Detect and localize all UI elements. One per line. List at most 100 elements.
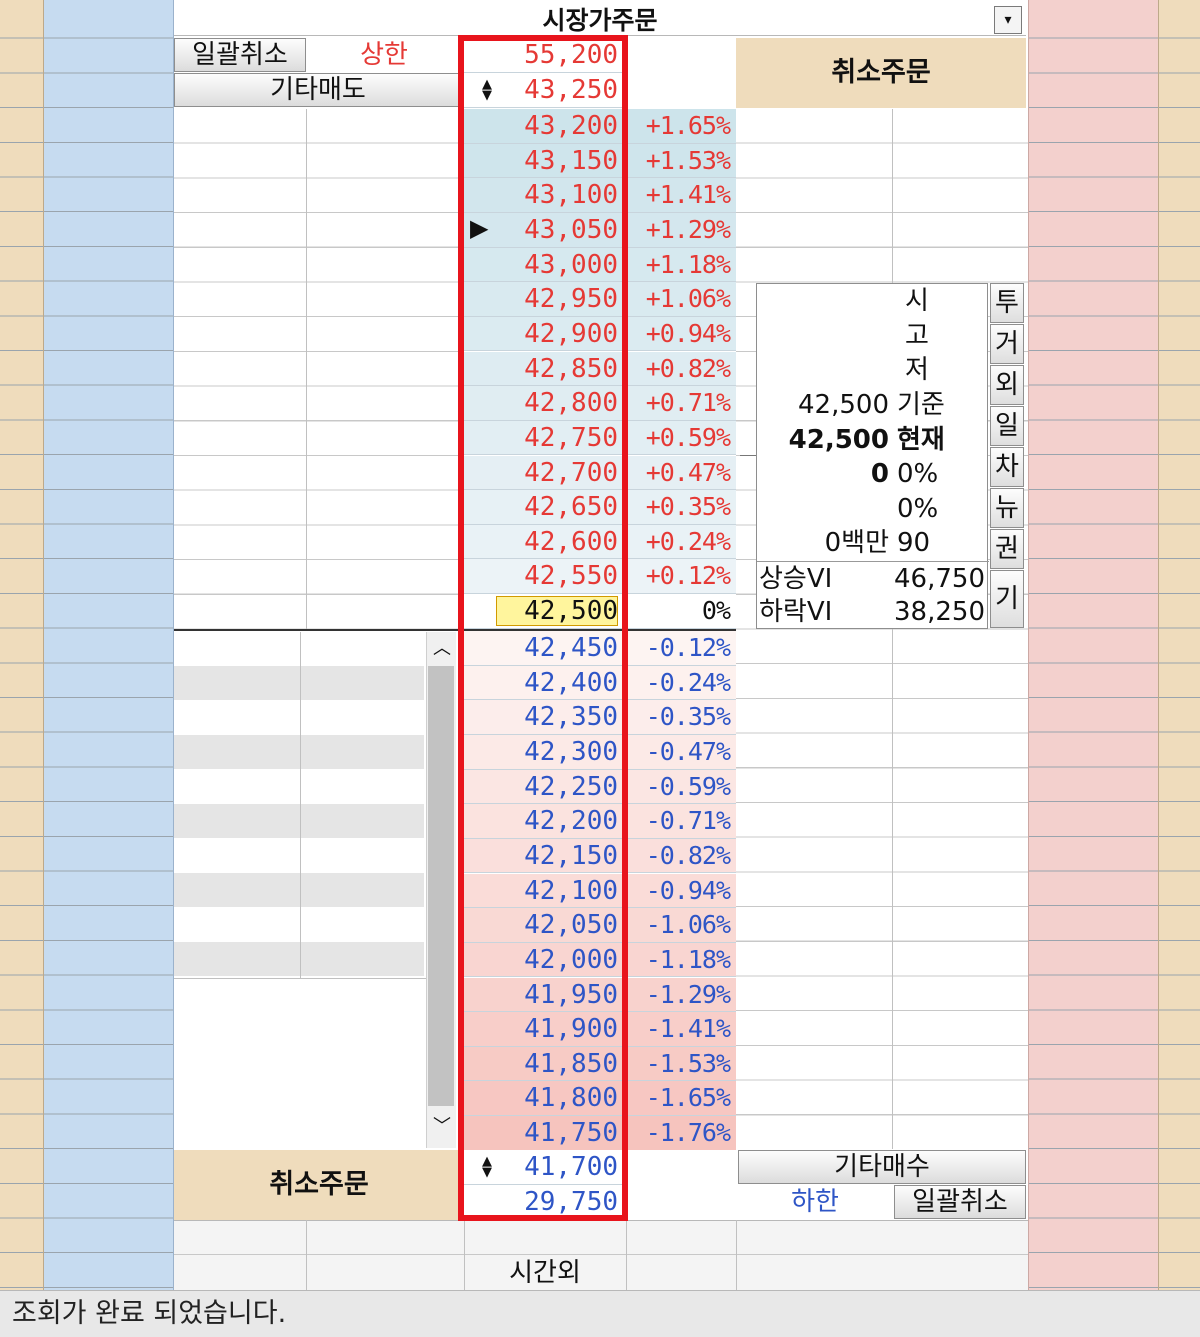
price-column-highlight-box [458, 35, 628, 1221]
change-pct: +1.06% [645, 284, 731, 314]
status-message: 조회가 완료 되었습니다. [12, 1298, 287, 1329]
empty-cell [626, 38, 736, 108]
side-tab-foreign[interactable]: 외 [990, 365, 1024, 405]
bid-change-cell: -0.59% [626, 769, 736, 805]
lower-limit-label: 하한 [738, 1185, 892, 1219]
right-edge-column [1158, 0, 1200, 1290]
side-tab-chart[interactable]: 차 [990, 447, 1024, 487]
chevron-down-icon[interactable]: ▾ [994, 6, 1022, 34]
ask-change-cell: +0.59% [626, 420, 736, 456]
bid-change-cell: -1.18% [626, 942, 736, 978]
open-price-label: 시 [905, 286, 929, 316]
left-edge-column [0, 0, 44, 1290]
change-pct: -0.12% [645, 633, 731, 662]
grid-divider [174, 978, 426, 979]
grid-stripe [174, 873, 424, 907]
change-pct: -1.65% [645, 1083, 731, 1113]
upper-limit-label: 상한 [306, 38, 462, 72]
order-type-title[interactable]: 시장가주문 [174, 4, 1026, 36]
status-bar: 조회가 완료 되었습니다. [0, 1290, 1200, 1337]
sell-cancel-order-button[interactable]: 취소주문 [736, 38, 1026, 108]
bid-change-cell: -0.35% [626, 700, 736, 735]
change-pct: -0.94% [645, 875, 731, 905]
prev-pct: 0% [897, 494, 939, 524]
side-tab-daily[interactable]: 일 [990, 406, 1024, 446]
ask-change-cell: 0% [626, 594, 736, 629]
change-pct: -0.35% [645, 702, 731, 732]
bid-change-cell: -0.82% [626, 838, 736, 874]
ask-change-cell: +0.71% [626, 386, 736, 421]
buy-cancel-order-button[interactable]: 취소주문 [174, 1150, 464, 1220]
ask-change-cell: +0.82% [626, 351, 736, 387]
change-pct: +0.24% [645, 526, 731, 556]
vi-down-label: 하락VI [759, 597, 833, 627]
side-tab-trade[interactable]: 거 [990, 324, 1024, 364]
grid-stripe [174, 735, 424, 769]
amount-ratio: 90 [897, 528, 931, 558]
change-pct: -1.18% [645, 944, 731, 974]
volume-value: 0 [870, 459, 889, 489]
change-pct: +0.12% [645, 561, 731, 591]
change-pct: -0.47% [645, 736, 731, 766]
bid-change-cell: -0.12% [626, 631, 736, 666]
bid-change-cell: -1.29% [626, 977, 736, 1013]
side-tab-other[interactable]: 기 [990, 570, 1024, 628]
change-pct: +1.29% [645, 214, 731, 244]
ask-change-cell: +0.35% [626, 490, 736, 525]
ask-change-cell: +0.24% [626, 524, 736, 560]
scroll-up-icon[interactable]: ︿ [429, 636, 455, 662]
scrollbar-thumb[interactable] [428, 666, 454, 1106]
grid-divider [306, 1220, 307, 1290]
grid-divider [300, 632, 301, 978]
after-hours-label[interactable]: 시간외 [464, 1255, 626, 1289]
change-pct: 0% [701, 596, 731, 626]
grid-stripe [174, 942, 424, 976]
change-pct: -0.71% [645, 806, 731, 836]
change-pct: -1.29% [645, 979, 731, 1009]
change-pct: -1.06% [645, 910, 731, 940]
side-tab-news[interactable]: 뉴 [990, 488, 1024, 528]
change-pct: -1.41% [645, 1014, 731, 1044]
change-pct: -0.82% [645, 840, 731, 870]
change-pct: +0.71% [645, 388, 731, 418]
sell-order-grid[interactable] [174, 109, 464, 629]
low-price-label: 저 [905, 355, 929, 385]
high-price-label: 고 [905, 321, 929, 351]
change-pct: +0.82% [645, 353, 731, 383]
bid-change-cell: -0.24% [626, 665, 736, 701]
bid-change-cell: -1.65% [626, 1081, 736, 1117]
vi-down-value: 38,250 [894, 597, 985, 627]
change-pct: +1.65% [645, 111, 731, 140]
change-pct: +1.41% [645, 180, 731, 210]
ask-change-cell: +1.53% [626, 143, 736, 179]
vi-up-value: 46,750 [894, 564, 985, 594]
volume-pct: 0% [897, 459, 939, 489]
side-tab-rights[interactable]: 권 [990, 529, 1024, 569]
change-pct: +0.59% [645, 422, 731, 452]
bid-change-cell: -1.41% [626, 1012, 736, 1047]
ask-change-cell: +0.47% [626, 455, 736, 491]
grid-divider [892, 109, 893, 1149]
grid-divider [306, 109, 307, 629]
bid-change-cell: -0.47% [626, 734, 736, 770]
ask-change-cell: +1.29% [626, 212, 736, 248]
other-buy-button[interactable]: 기타매수 [738, 1150, 1026, 1184]
change-pct: +1.18% [645, 249, 731, 279]
grid-stripe [174, 804, 424, 838]
change-pct: +1.53% [645, 145, 731, 175]
ask-change-cell: +0.12% [626, 559, 736, 595]
grid-stripe [174, 666, 424, 700]
bid-change-cell: -1.76% [626, 1116, 736, 1151]
sell-quantity-column [44, 0, 174, 1290]
bid-change-cell: -1.53% [626, 1046, 736, 1082]
current-price-label: 현재 [897, 425, 945, 455]
change-pct: +0.47% [645, 457, 731, 487]
side-tab-investor[interactable]: 투 [990, 283, 1024, 323]
buy-order-panel[interactable] [736, 109, 1028, 1149]
buy-bulk-cancel-button[interactable]: 일괄취소 [894, 1185, 1026, 1219]
change-pct: -0.24% [645, 667, 731, 697]
sell-bulk-cancel-button[interactable]: 일괄취소 [174, 38, 306, 72]
other-sell-button[interactable]: 기타매도 [174, 73, 462, 107]
ask-change-cell: +1.41% [626, 178, 736, 213]
scroll-down-icon[interactable]: ﹀ [429, 1114, 455, 1140]
